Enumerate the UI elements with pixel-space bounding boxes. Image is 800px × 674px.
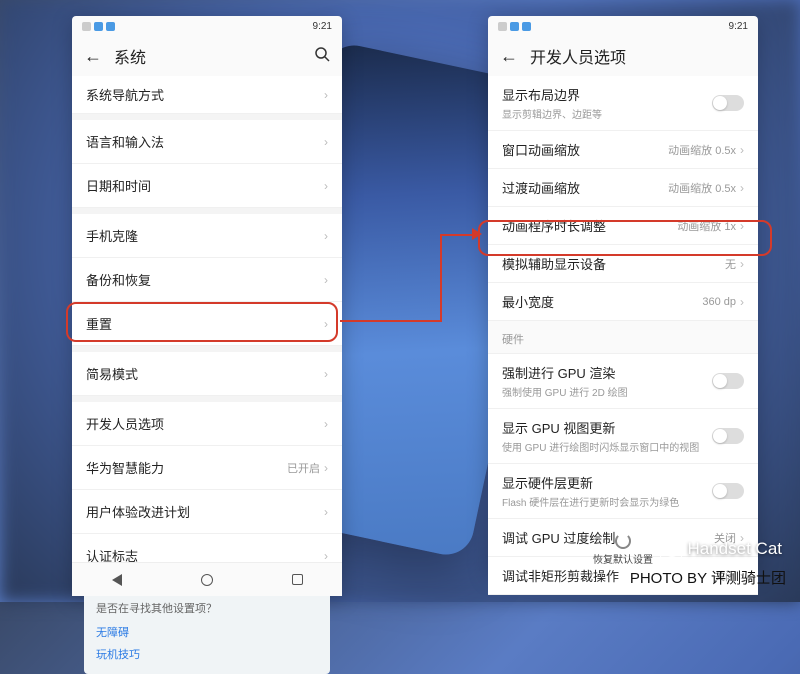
phone-screen-system: 9:21 ← 系统 系统导航方式 › 语言和输入法 › 日期和时间 › 手机克隆… — [72, 16, 342, 596]
nav-back-icon[interactable] — [112, 574, 122, 586]
chevron-right-icon: › — [324, 461, 328, 475]
phone-screen-developer: 9:21 ← 开发人员选项 显示布局边界 显示剪辑边界、边距等 窗口动画缩放 动… — [488, 16, 758, 574]
chevron-right-icon: › — [324, 367, 328, 381]
status-icons-left — [498, 22, 531, 31]
annotation-arrow — [440, 234, 442, 322]
help-link-tips[interactable]: 玩机技巧 — [96, 646, 318, 662]
row-reset[interactable]: 重置 › — [72, 302, 342, 346]
row-min-width[interactable]: 最小宽度 360 dp› — [488, 283, 758, 321]
annotation-arrow — [340, 320, 440, 322]
row-window-anim[interactable]: 窗口动画缩放 动画缩放 0.5x› — [488, 131, 758, 169]
page-title: 系统 — [114, 44, 302, 68]
chevron-right-icon: › — [324, 549, 328, 563]
row-animator-duration[interactable]: 动画程序时长调整 动画缩放 1x› — [488, 207, 758, 245]
chevron-right-icon: › — [740, 295, 744, 309]
chevron-right-icon: › — [324, 417, 328, 431]
row-hw-layer-update[interactable]: 显示硬件层更新 Flash 硬件层在进行更新时会显示为绿色 — [488, 464, 758, 519]
row-huawei-ability[interactable]: 华为智慧能力 已开启 › — [72, 446, 342, 490]
row-ux-plan[interactable]: 用户体验改进计划 › — [72, 490, 342, 534]
section-hardware: 硬件 — [488, 321, 758, 353]
status-bar: 9:21 — [488, 16, 758, 36]
header: ← 开发人员选项 — [488, 36, 758, 76]
navigation-bar — [72, 562, 342, 596]
row-nav-style[interactable]: 系统导航方式 › — [72, 76, 342, 114]
watermark: Handset Cat — [660, 538, 783, 560]
toggle[interactable] — [712, 483, 744, 499]
loading-icon — [615, 533, 631, 549]
row-force-gpu[interactable]: 强制进行 GPU 渲染 强制使用 GPU 进行 2D 绘图 — [488, 353, 758, 409]
row-layout-bounds[interactable]: 显示布局边界 显示剪辑边界、边距等 — [488, 76, 758, 131]
chevron-right-icon: › — [324, 505, 328, 519]
back-icon[interactable]: ← — [500, 46, 518, 67]
row-simulate-secondary[interactable]: 模拟辅助显示设备 无› — [488, 245, 758, 283]
camera-icon — [660, 538, 682, 560]
help-question: 是否在寻找其他设置项？ — [96, 600, 318, 616]
chevron-right-icon: › — [740, 181, 744, 195]
header: ← 系统 — [72, 36, 342, 76]
photo-credit: PHOTO BY 评测骑士团 — [630, 567, 786, 588]
toggle[interactable] — [712, 428, 744, 444]
nav-recent-icon[interactable] — [292, 574, 303, 585]
status-time: 9:21 — [313, 21, 332, 32]
row-developer-options[interactable]: 开发人员选项 › — [72, 402, 342, 446]
help-link-accessibility[interactable]: 无障碍 — [96, 624, 318, 640]
row-language[interactable]: 语言和输入法 › — [72, 120, 342, 164]
reset-spinner: 恢复默认设置 — [593, 533, 653, 566]
status-time: 9:21 — [729, 21, 748, 32]
help-box: 是否在寻找其他设置项？ 无障碍 玩机技巧 — [84, 588, 330, 674]
page-title: 开发人员选项 — [530, 44, 746, 68]
row-gpu-view-update[interactable]: 显示 GPU 视图更新 使用 GPU 进行绘图时闪烁显示窗口中的视图 — [488, 409, 758, 464]
chevron-right-icon: › — [324, 88, 328, 102]
annotation-arrow — [440, 234, 474, 236]
toggle[interactable] — [712, 95, 744, 111]
status-bar: 9:21 — [72, 16, 342, 36]
row-phone-clone[interactable]: 手机克隆 › — [72, 214, 342, 258]
chevron-right-icon: › — [324, 229, 328, 243]
chevron-right-icon: › — [324, 179, 328, 193]
annotation-arrow-head — [472, 228, 482, 240]
nav-home-icon[interactable] — [201, 574, 213, 586]
toggle[interactable] — [712, 373, 744, 389]
row-datetime[interactable]: 日期和时间 › — [72, 164, 342, 208]
chevron-right-icon: › — [324, 317, 328, 331]
chevron-right-icon: › — [324, 135, 328, 149]
search-icon[interactable] — [314, 46, 330, 67]
row-backup[interactable]: 备份和恢复 › — [72, 258, 342, 302]
chevron-right-icon: › — [740, 219, 744, 233]
row-transition-anim[interactable]: 过渡动画缩放 动画缩放 0.5x› — [488, 169, 758, 207]
back-icon[interactable]: ← — [84, 46, 102, 67]
chevron-right-icon: › — [740, 257, 744, 271]
status-icons-left — [82, 22, 115, 31]
chevron-right-icon: › — [740, 143, 744, 157]
chevron-right-icon: › — [324, 273, 328, 287]
row-simple-mode[interactable]: 简易模式 › — [72, 352, 342, 396]
